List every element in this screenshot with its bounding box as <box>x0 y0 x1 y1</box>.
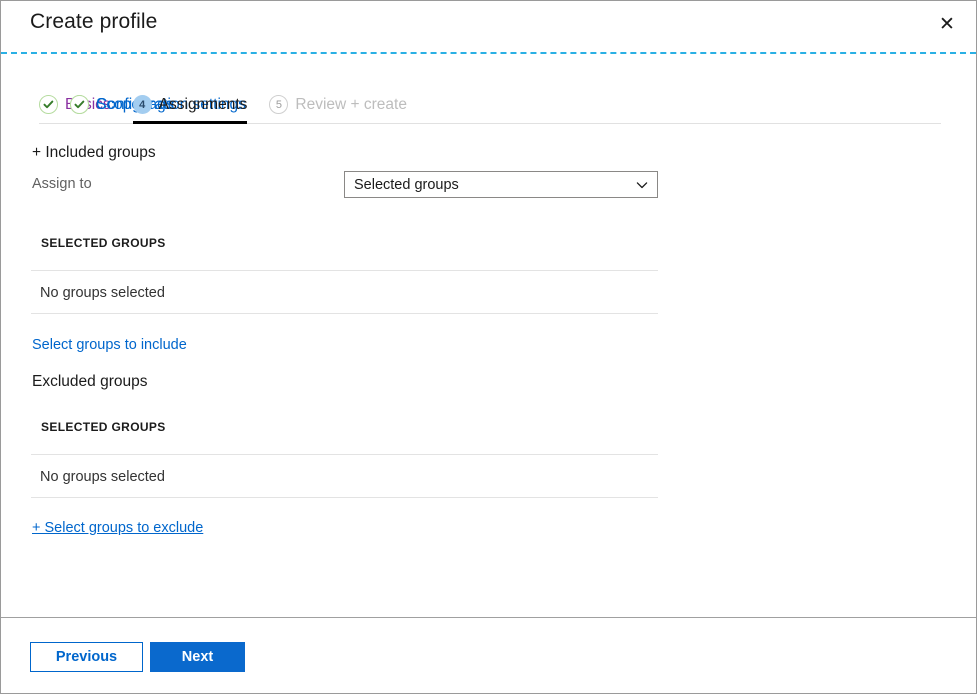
included-table-bottom-rule <box>31 313 658 314</box>
included-empty-row: No groups selected <box>40 285 165 301</box>
included-selected-groups-header: SELECTED GROUPS <box>41 236 166 250</box>
wizard-tabs: Basics Configuration settings Scope tags <box>1 85 976 125</box>
excluded-selected-groups-header: SELECTED GROUPS <box>41 420 166 434</box>
close-icon[interactable]: ✕ <box>926 6 968 42</box>
included-groups-heading: + Included groups <box>32 144 156 161</box>
tab-assignments-label: Assignments <box>158 95 248 113</box>
assignments-panel: + Included groups Assign to Selected gro… <box>1 125 976 617</box>
create-profile-dialog: Create profile ✕ Basics <box>0 0 977 694</box>
next-button[interactable]: Next <box>150 642 245 672</box>
tab-review-create-label: Review + create <box>295 95 407 113</box>
accent-dashed-divider <box>1 52 976 54</box>
dialog-footer: Previous Next <box>1 618 976 693</box>
excluded-empty-row: No groups selected <box>40 469 165 485</box>
select-groups-to-include-link[interactable]: Select groups to include <box>32 337 187 353</box>
assign-to-label: Assign to <box>32 176 92 192</box>
included-table-top-rule <box>31 270 658 271</box>
dialog-titlebar: Create profile ✕ <box>1 1 976 53</box>
chevron-down-icon <box>635 178 649 192</box>
assign-to-dropdown[interactable]: Selected groups <box>344 171 658 198</box>
step-number-badge: 4 <box>132 95 152 114</box>
select-groups-to-exclude-link[interactable]: + Select groups to exclude <box>32 520 203 536</box>
tab-review-create: 5 Review + create <box>269 85 407 124</box>
assign-to-selected-value: Selected groups <box>354 176 459 193</box>
page-title: Create profile <box>30 10 158 33</box>
check-circle-icon <box>39 95 58 114</box>
close-glyph: ✕ <box>939 12 955 35</box>
previous-button[interactable]: Previous <box>30 642 143 672</box>
excluded-groups-heading: Excluded groups <box>32 373 148 390</box>
step-number-badge: 5 <box>269 95 289 114</box>
excluded-table-top-rule <box>31 454 658 455</box>
check-circle-icon <box>70 95 89 114</box>
tab-assignments[interactable]: 4 Assignments <box>132 85 248 124</box>
excluded-table-bottom-rule <box>31 497 658 498</box>
